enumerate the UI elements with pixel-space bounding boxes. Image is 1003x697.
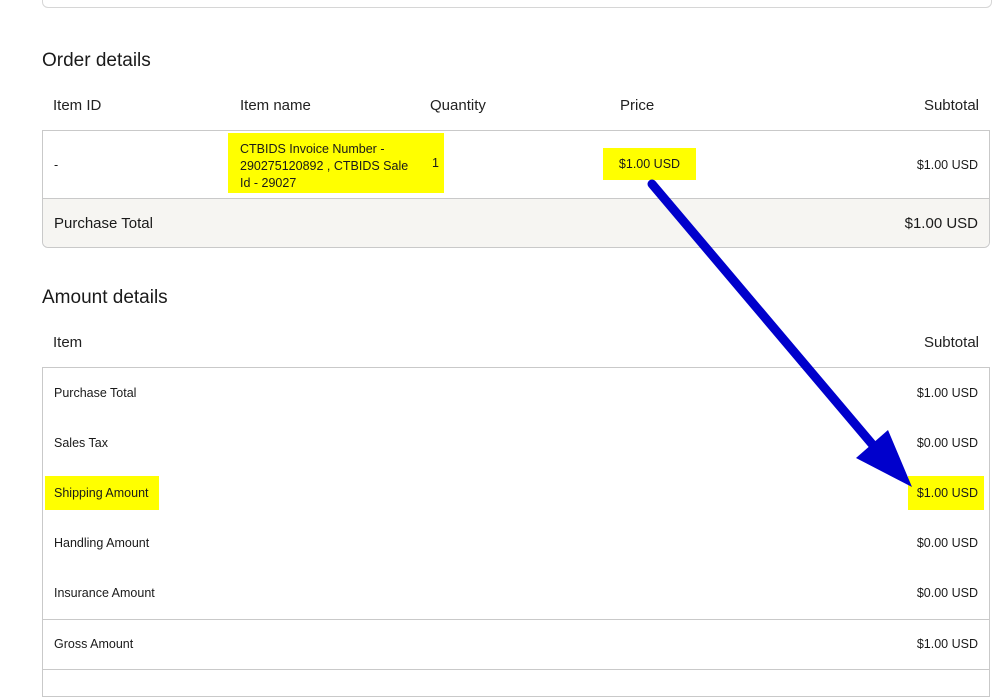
- amount-row-label: Gross Amount: [54, 637, 134, 651]
- col-header-item: Item: [53, 334, 83, 351]
- amount-row-label: Purchase Total: [54, 386, 137, 400]
- item-name-line: 290275120892 , CTBIDS Sale: [240, 159, 409, 173]
- item-name-line: Id - 29027: [240, 176, 297, 190]
- amount-row-value: $0.00 USD: [916, 586, 978, 600]
- item-name-line: CTBIDS Invoice Number -: [240, 142, 385, 156]
- amount-row-value: $1.00 USD: [916, 386, 978, 400]
- col-header-price: Price: [620, 97, 655, 114]
- amount-row-label: Sales Tax: [54, 436, 108, 450]
- price-value: $1.00 USD: [603, 148, 696, 180]
- amount-row-value: $0.00 USD: [916, 536, 978, 550]
- purchase-total-row: Purchase Total $1.00 USD: [43, 199, 989, 247]
- quantity-value: 1: [418, 133, 444, 193]
- previous-section-card: [42, 0, 992, 8]
- amount-row-label: Shipping Amount: [45, 476, 159, 510]
- col-header-quantity: Quantity: [430, 97, 486, 114]
- amount-row-value: $1.00 USD: [916, 637, 978, 651]
- amount-row-label: Handling Amount: [54, 536, 150, 550]
- amount-row-label: Insurance Amount: [54, 586, 155, 600]
- row-divider: [43, 669, 989, 670]
- col-header-item-id: Item ID: [53, 97, 102, 114]
- purchase-total-value: $1.00 USD: [904, 215, 978, 232]
- col-header-item-name: Item name: [240, 97, 311, 114]
- col-header-amount-subtotal: Subtotal: [923, 334, 979, 351]
- item-name-value: CTBIDS Invoice Number - 290275120892 , C…: [228, 133, 443, 193]
- purchase-total-label: Purchase Total: [54, 215, 153, 232]
- col-header-subtotal: Subtotal: [923, 97, 979, 114]
- amount-details-table: Purchase Total $1.00 USD Sales Tax $0.00…: [42, 367, 990, 697]
- amount-details-title: Amount details: [42, 287, 168, 308]
- amount-row-value: $0.00 USD: [916, 436, 978, 450]
- subtotal-value: $1.00 USD: [916, 158, 978, 172]
- order-details-title: Order details: [42, 50, 151, 71]
- row-divider: [43, 619, 989, 620]
- order-details-table: - CTBIDS Invoice Number - 290275120892 ,…: [42, 130, 990, 248]
- amount-row-value: $1.00 USD: [908, 476, 984, 510]
- item-id-value: -: [54, 158, 59, 172]
